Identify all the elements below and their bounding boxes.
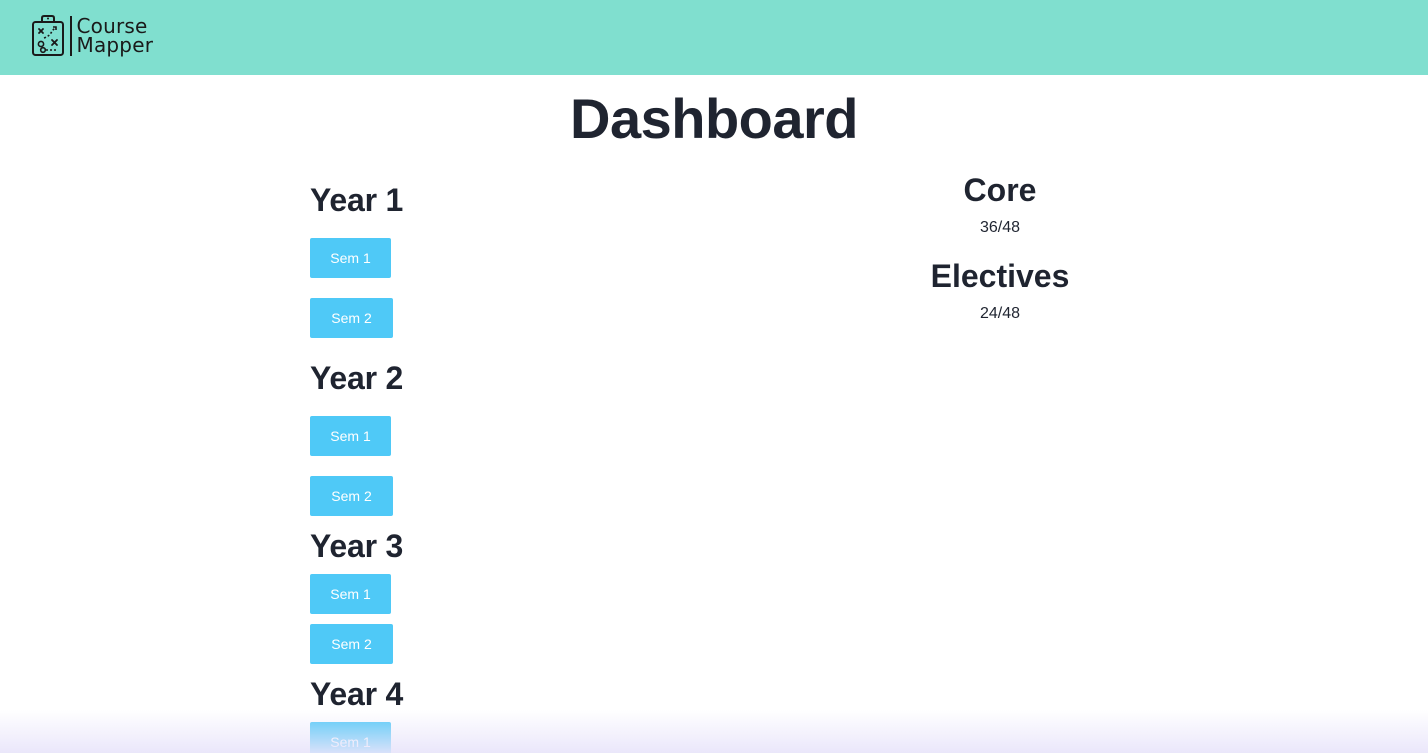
year-1-sem-2-button[interactable]: Sem 2 [310,298,393,338]
logo-divider [70,16,72,56]
year-1-sem-1-button[interactable]: Sem 1 [310,238,391,278]
year-2-sem-2-button[interactable]: Sem 2 [310,476,393,516]
year-1-heading: Year 1 [310,182,404,218]
year-3-heading: Year 3 [310,528,404,564]
year-2-heading: Year 2 [310,360,404,396]
year-3-sem-2-button[interactable]: Sem 2 [310,624,393,664]
core-progress-value: 36/48 [979,219,1021,236]
clipboard-map-icon [32,15,64,56]
course-mapper-logo[interactable]: Course Mapper [30,14,153,58]
year-4-sem-1-button[interactable]: Sem 1 [310,722,391,753]
electives-heading: Electives [930,258,1070,294]
scroll-fade-overlay [0,710,1428,753]
year-4-heading: Year 4 [310,676,404,712]
year-2-sem-1-button[interactable]: Sem 1 [310,416,391,456]
page-title: Dashboard [570,87,859,150]
brand-name: Course Mapper [76,16,154,57]
brand-name-line2: Mapper [76,33,154,57]
year-3-sem-1-button[interactable]: Sem 1 [310,574,391,614]
top-header: Course Mapper [0,0,1428,75]
core-heading: Core [963,172,1037,208]
electives-progress-value: 24/48 [979,305,1021,322]
